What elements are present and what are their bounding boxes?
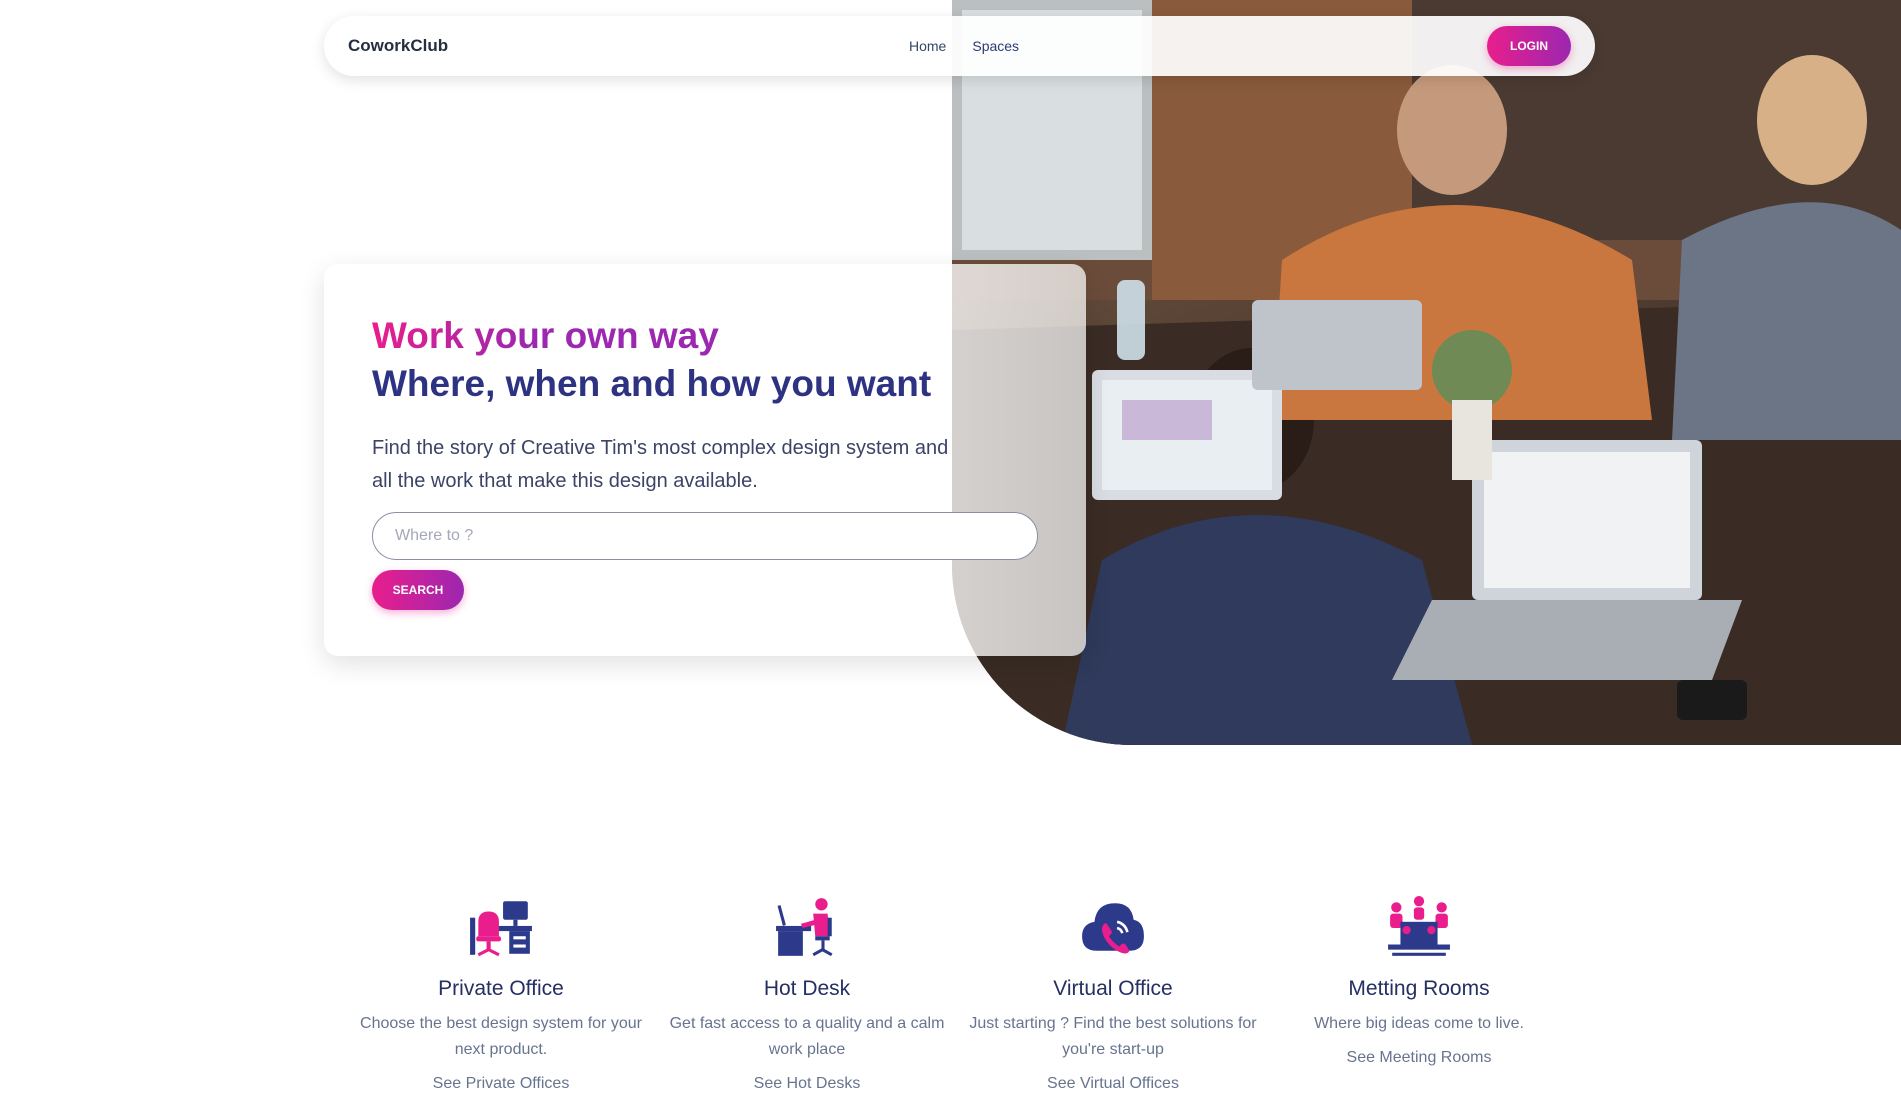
feature-virtual-office: Virtual Office Just starting ? Find the …	[968, 895, 1258, 1093]
see-hot-desks-link[interactable]: See Hot Desks	[754, 1075, 861, 1093]
feature-description: Choose the best design system for your n…	[360, 1015, 642, 1058]
feature-title: Hot Desk	[763, 977, 851, 1000]
office-desk-icon	[470, 901, 532, 957]
feature-title: Metting Rooms	[1348, 977, 1490, 1000]
login-button[interactable]: LOGIN	[1487, 26, 1571, 66]
search-input[interactable]	[372, 512, 1038, 560]
feature-meeting-rooms: Metting Rooms Where big ideas come to li…	[1274, 895, 1564, 1067]
navbar: CoworkClub Home Spaces LOGIN	[324, 16, 1595, 76]
coworking-photo-illustration	[952, 0, 1901, 745]
nav-link-spaces[interactable]: Spaces	[972, 38, 1019, 54]
feature-title: Private Office	[438, 977, 564, 1000]
feature-title: Virtual Office	[1053, 977, 1173, 1000]
feature-private-office: Private Office Choose the best design sy…	[356, 895, 646, 1093]
search-button[interactable]: SEARCH	[372, 570, 464, 610]
see-private-offices-link[interactable]: See Private Offices	[433, 1075, 570, 1093]
meeting-room-icon	[1388, 896, 1450, 956]
feature-hot-desk: Hot Desk Get fast access to a quality an…	[662, 895, 952, 1093]
see-meeting-rooms-link[interactable]: See Meeting Rooms	[1347, 1049, 1492, 1067]
nav-link-home[interactable]: Home	[909, 38, 946, 54]
hero-card: Work your own way Where, when and how yo…	[324, 264, 1086, 656]
hero-photo	[952, 0, 1901, 745]
brand-logo[interactable]: CoworkClub	[348, 36, 448, 56]
hero-title: Where, when and how you want	[372, 363, 932, 404]
hot-desk-icon	[776, 898, 833, 957]
feature-description: Just starting ? Find the best solutions …	[969, 1015, 1257, 1058]
see-virtual-offices-link[interactable]: See Virtual Offices	[1047, 1075, 1179, 1093]
nav-links: Home Spaces	[909, 16, 1019, 76]
cloud-phone-icon	[1082, 903, 1144, 954]
hero-title-gradient: Work your own way	[372, 312, 719, 360]
feature-description: Where big ideas come to live.	[1314, 1015, 1524, 1032]
hero-subtitle: Find the story of Creative Tim's most co…	[372, 437, 949, 492]
feature-description: Get fast access to a quality and a calm …	[669, 1015, 945, 1058]
